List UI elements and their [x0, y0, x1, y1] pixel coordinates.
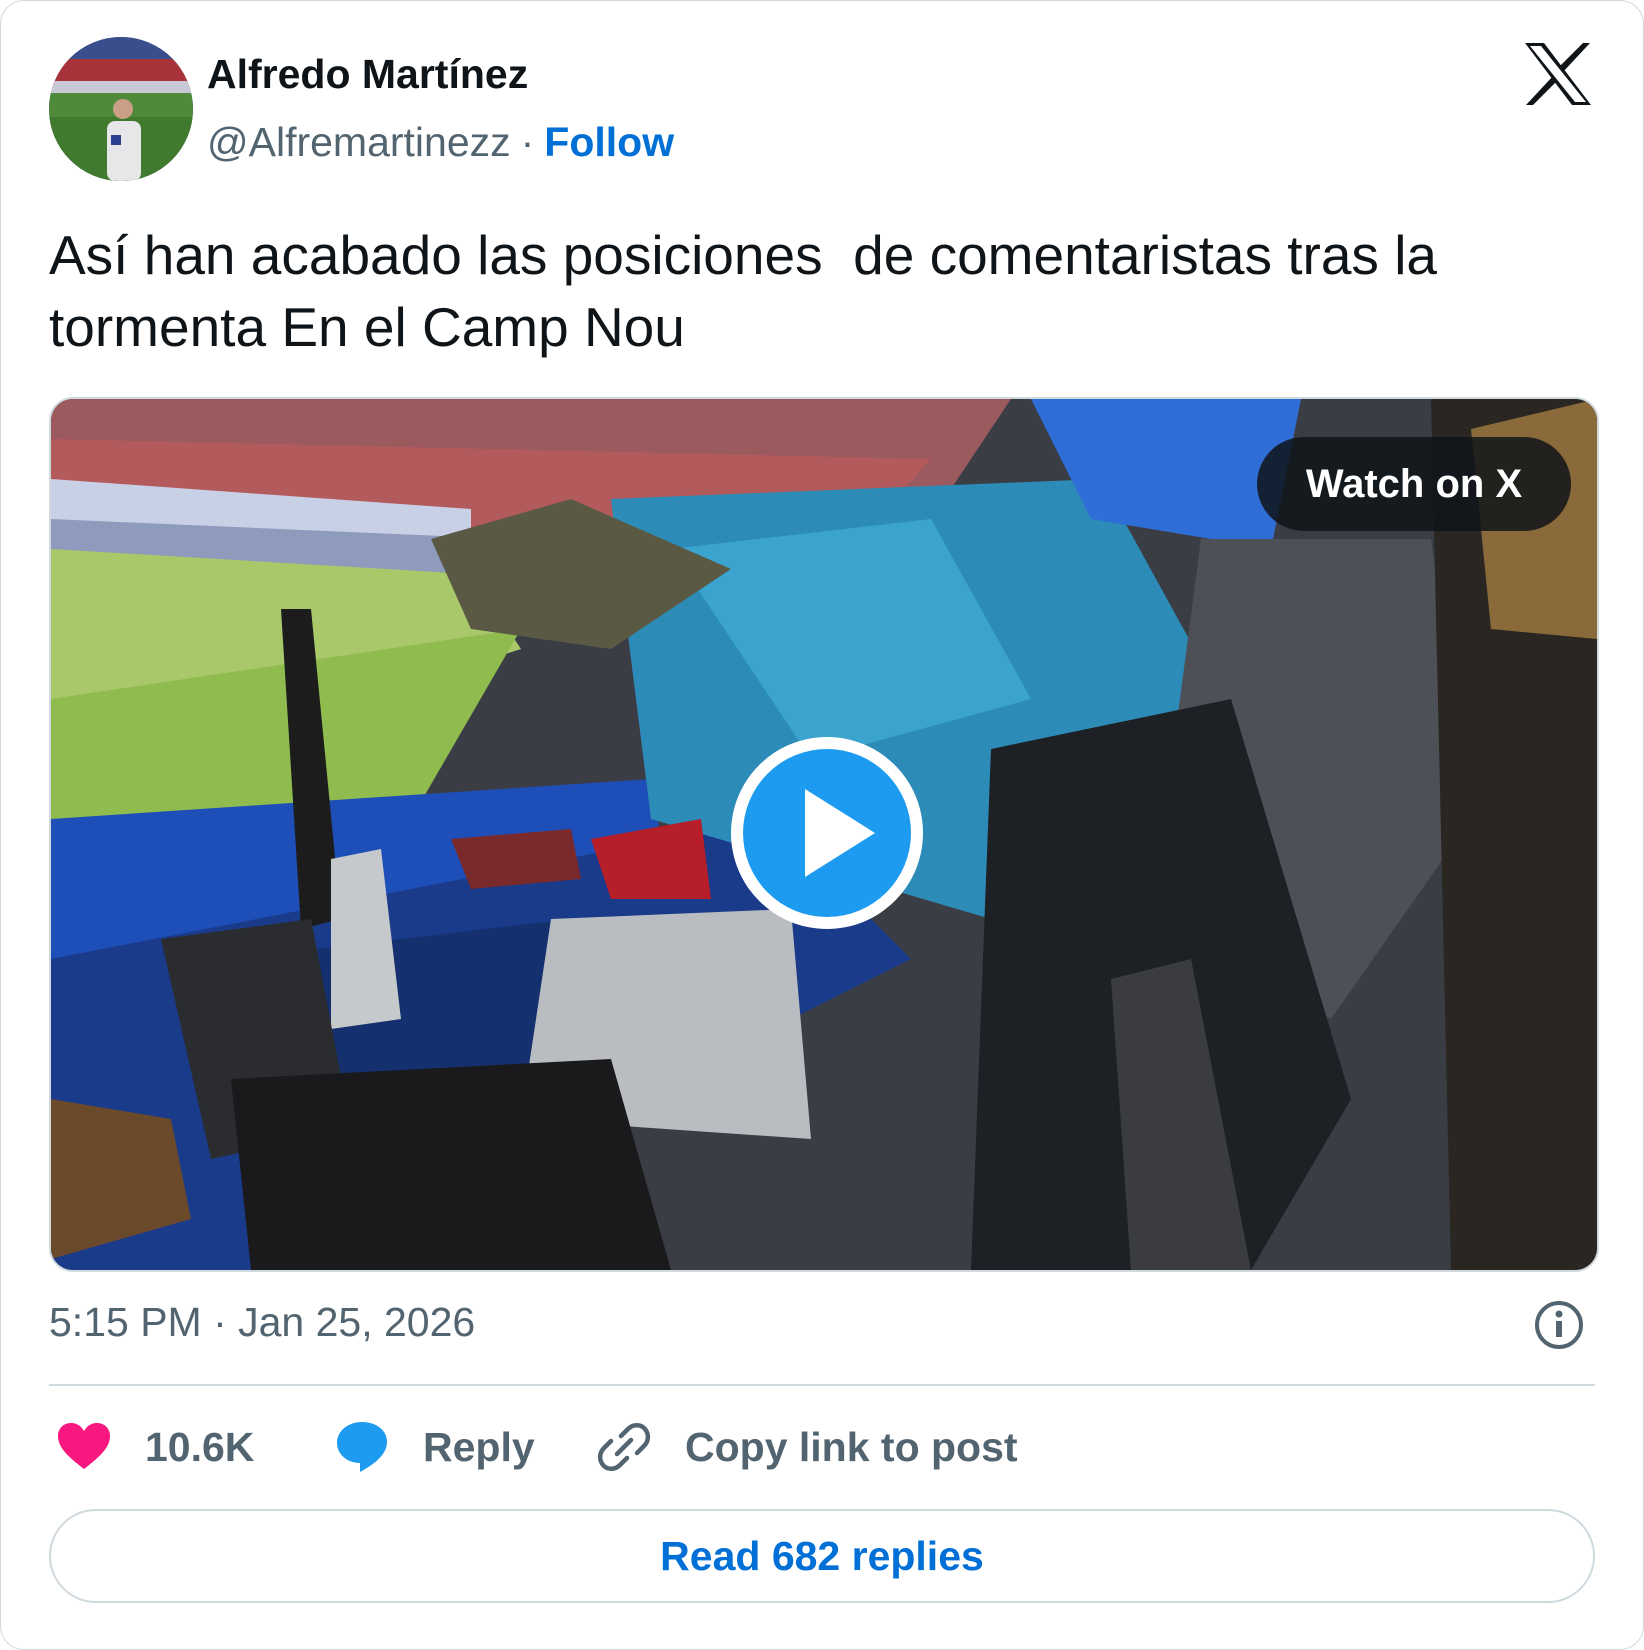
video-media[interactable]: Watch on X	[49, 397, 1599, 1272]
copy-link-label: Copy link to post	[685, 1423, 1018, 1470]
like-button[interactable]: 10.6K	[57, 1411, 254, 1483]
author-name[interactable]: Alfredo Martínez	[207, 51, 528, 98]
reply-label: Reply	[423, 1423, 535, 1470]
follow-button[interactable]: Follow	[544, 119, 674, 165]
divider	[49, 1384, 1595, 1386]
embedded-post-card: Alfredo Martínez @Alfremartinezz · Follow …	[0, 0, 1644, 1650]
play-icon[interactable]	[727, 733, 927, 933]
like-count: 10.6K	[145, 1423, 255, 1470]
watch-on-x-button[interactable]: Watch on X	[1257, 437, 1571, 531]
info-icon[interactable]	[1533, 1299, 1585, 1351]
separator-dot: ·	[520, 119, 535, 165]
author-handle[interactable]: @Alfremartinezz	[207, 119, 511, 165]
x-logo-icon[interactable]	[1525, 43, 1591, 105]
post-text: Así han acabado las posiciones de coment…	[49, 224, 1453, 358]
avatar[interactable]	[49, 37, 193, 181]
reply-button[interactable]: Reply	[335, 1411, 535, 1483]
reply-bubble-icon	[337, 1422, 387, 1472]
link-icon	[597, 1423, 651, 1471]
read-replies-button[interactable]: Read 682 replies	[49, 1509, 1595, 1603]
copy-link-button[interactable]: Copy link to post	[597, 1411, 1018, 1483]
author-handle-row: @Alfremartinezz · Follow	[207, 119, 674, 166]
heart-icon	[58, 1423, 110, 1469]
post-timestamp[interactable]: 5:15 PM · Jan 25, 2026	[49, 1299, 475, 1346]
